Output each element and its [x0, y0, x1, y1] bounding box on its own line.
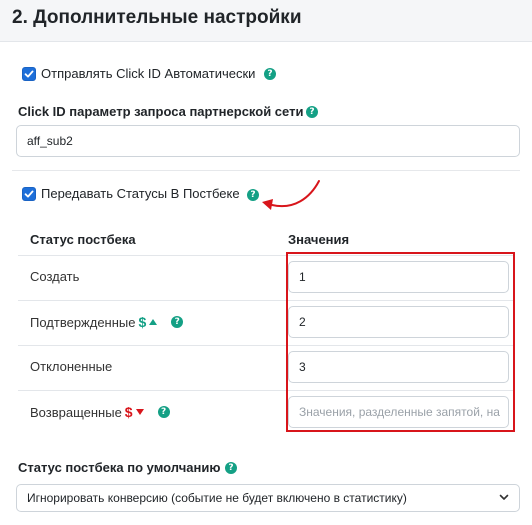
default-status-label: Статус постбека по умолчанию — [18, 460, 221, 475]
check-icon — [24, 70, 34, 78]
divider — [12, 170, 520, 171]
chevron-down-icon — [499, 494, 509, 500]
question-circle-icon[interactable]: ? — [306, 106, 318, 118]
red-curved-arrow — [262, 180, 320, 210]
default-status-select[interactable]: Игнорировать конверсию (событие не будет… — [16, 484, 520, 512]
arrow-down-icon — [135, 409, 144, 415]
click-id-auto-label[interactable]: Отправлять Click ID Автоматически — [41, 66, 255, 81]
question-circle-icon[interactable]: ? — [225, 462, 237, 474]
table-row-label: Подтвержденные $ ? — [30, 314, 184, 330]
highlight-annotation-box — [286, 252, 515, 432]
click-id-param-input[interactable]: aff_sub2 — [16, 125, 520, 157]
section-title: 2. Дополнительные настройки — [12, 7, 302, 28]
table-row-label: Возвращенные $ ? — [30, 404, 170, 420]
pass-statuses-label[interactable]: Передавать Статусы В Постбеке — [41, 186, 240, 201]
pass-statuses-checkbox[interactable] — [22, 187, 36, 201]
table-row-label: Создать — [30, 269, 80, 284]
dollar-up-icon: $ — [138, 314, 147, 330]
default-status-value: Игнорировать конверсию (событие не будет… — [27, 491, 407, 505]
arrow-up-icon — [149, 319, 158, 325]
dollar-down-icon: $ — [124, 404, 133, 420]
section-header: 2. Дополнительные настройки — [0, 0, 532, 42]
click-id-auto-checkbox[interactable] — [22, 67, 36, 81]
col-status-header: Статус постбека — [30, 232, 136, 247]
check-icon — [24, 190, 34, 198]
click-id-param-label: Click ID параметр запроса партнерской се… — [18, 104, 304, 119]
question-circle-icon[interactable]: ? — [264, 68, 276, 80]
col-values-header: Значения — [288, 232, 350, 247]
table-row-label: Отклоненные — [30, 359, 113, 374]
question-circle-icon[interactable]: ? — [171, 316, 184, 328]
question-circle-icon[interactable]: ? — [157, 406, 170, 418]
